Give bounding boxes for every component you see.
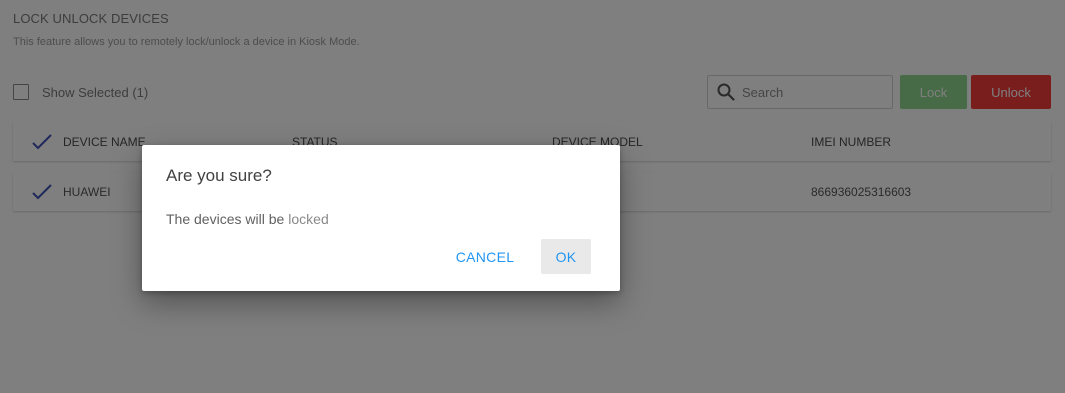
ok-button[interactable]: OK (541, 239, 591, 274)
cancel-button[interactable]: CANCEL (446, 239, 524, 274)
dialog-title: Are you sure? (166, 166, 272, 185)
dialog-mode-text: locked (288, 211, 329, 227)
dialog-message: The devices will be locked (166, 211, 329, 227)
confirm-dialog: Are you sure? The devices will be locked … (142, 145, 620, 291)
dialog-message-text: The devices will be (166, 211, 285, 227)
